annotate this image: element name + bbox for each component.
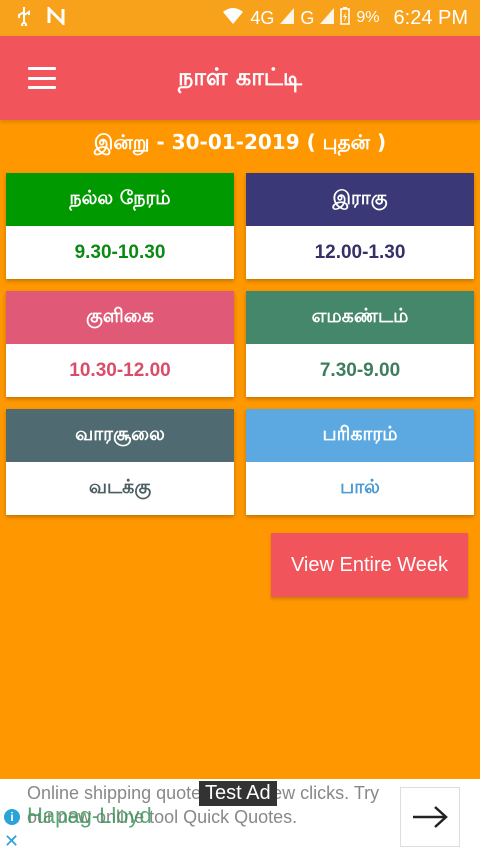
- card-title: எமகண்டம்: [246, 291, 474, 344]
- card-kuligai[interactable]: குளிகை 10.30-12.00: [6, 291, 234, 397]
- usb-icon: [16, 6, 32, 31]
- card-raagu[interactable]: இராகு 12.00-1.30: [246, 173, 474, 279]
- card-value: 10.30-12.00: [69, 359, 171, 381]
- card-title: பரிகாரம்: [246, 409, 474, 462]
- app-title: நாள் காட்டி: [177, 62, 303, 91]
- ad-brand: Hapag-Lloyd: [27, 803, 152, 828]
- card-title: இராகு: [246, 173, 474, 226]
- card-value: வடக்கு: [88, 476, 152, 498]
- card-parigaaram[interactable]: பரிகாரம் பால்: [246, 409, 474, 515]
- battery-icon: [340, 6, 351, 30]
- card-title: நல்ல நேரம்: [6, 173, 234, 226]
- app-notification-icon: [46, 4, 66, 30]
- status-bar: 4G G 9% 6:24 PM: [0, 0, 480, 36]
- card-value: 9.30-10.30: [74, 241, 166, 263]
- ad-arrow-button[interactable]: [400, 787, 460, 847]
- signal-icon: [280, 7, 295, 29]
- battery-percent: 9%: [356, 9, 380, 26]
- network-type-label: 4G: [250, 7, 275, 28]
- card-title: வாரசூலை: [6, 409, 234, 462]
- arrow-right-icon: [413, 806, 448, 828]
- wifi-icon: [222, 7, 244, 30]
- signal2-icon: [320, 7, 335, 29]
- today-date: இன்று - 30-01-2019 ( புதன் ): [93, 130, 387, 154]
- card-title: குளிகை: [6, 291, 234, 344]
- network-type2-label: G: [300, 7, 315, 28]
- card-value: பால்: [340, 476, 380, 498]
- view-entire-week-button[interactable]: View Entire Week: [271, 533, 468, 597]
- card-nalla-neram[interactable]: நல்ல நேரம் 9.30-10.30: [6, 173, 234, 279]
- ad-close-icon[interactable]: ✕: [4, 831, 19, 852]
- card-value: 12.00-1.30: [314, 241, 406, 263]
- card-vaarasoolai[interactable]: வாரசூலை வடக்கு: [6, 409, 234, 515]
- ad-label: Test Ad: [199, 781, 277, 806]
- card-value: 7.30-9.00: [319, 359, 401, 381]
- ad-banner[interactable]: Online shipping quotes with a few clicks…: [0, 779, 480, 854]
- menu-icon[interactable]: [28, 67, 56, 89]
- ad-info-icon[interactable]: i: [4, 809, 20, 825]
- clock-time: 6:24 PM: [393, 6, 468, 29]
- app-bar: நாள் காட்டி: [0, 36, 480, 120]
- card-emagandam[interactable]: எமகண்டம் 7.30-9.00: [246, 291, 474, 397]
